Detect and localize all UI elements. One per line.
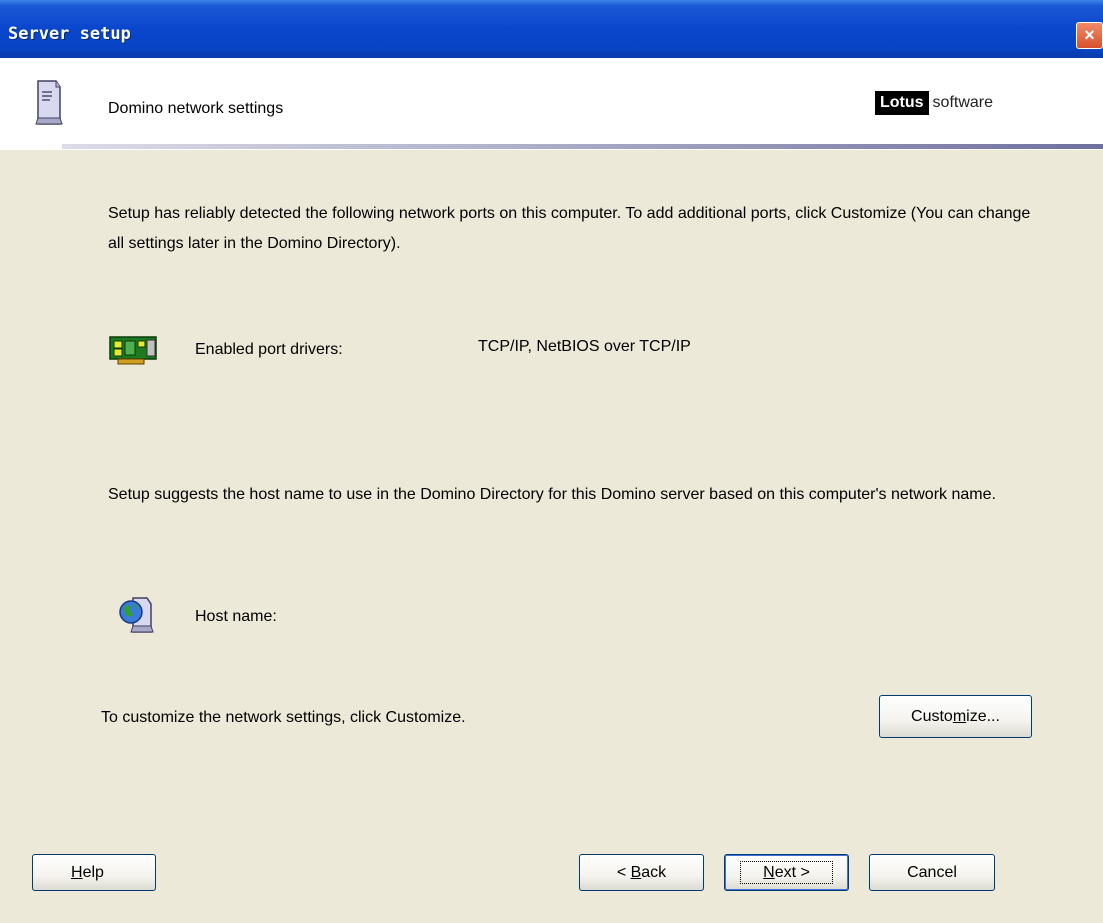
header-divider [62,144,1103,149]
help-button[interactable]: Help [32,854,156,891]
enabled-ports-value: TCP/IP, NetBIOS over TCP/IP [478,338,691,355]
next-button[interactable]: Next > [724,854,849,891]
enabled-ports-label: Enabled port drivers: [195,341,343,358]
close-icon: × [1084,25,1095,45]
globe-server-icon [119,597,154,633]
logo-lotus-text: Lotus [875,91,929,115]
close-button[interactable]: × [1076,22,1103,49]
focus-outline: Next > [740,861,833,884]
logo-software-text: software [932,94,994,111]
title-bar: Server setup × [0,0,1103,58]
server-icon [35,80,63,125]
ports-intro-text: Setup has reliably detected the followin… [108,205,1031,252]
cancel-button[interactable]: Cancel [869,854,995,891]
customize-hint-text: To customize the network settings, click… [101,709,466,726]
customize-button[interactable]: Customize... [879,695,1032,738]
network-card-icon [109,336,157,365]
window-title: Server setup [8,24,131,44]
back-button[interactable]: < Back [579,854,704,891]
page-title: Domino network settings [108,100,284,117]
host-intro-text: Setup suggests the host name to use in t… [108,486,996,503]
host-name-label: Host name: [195,608,277,625]
lotus-logo: Lotus software [875,91,993,115]
